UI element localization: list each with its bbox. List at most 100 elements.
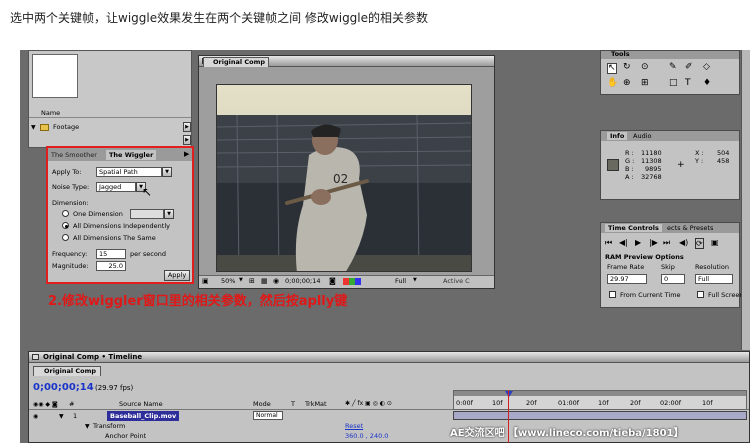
from-current-checkbox[interactable] (609, 291, 616, 298)
layer-switches-icon[interactable]: ◉◉ ◆ ◙ (33, 400, 58, 409)
column-trkmat[interactable]: TrkMat (305, 400, 327, 408)
project-panel: Name ▼ Footage ▶ ▶ (28, 50, 192, 148)
frequency-input[interactable]: 15 (96, 249, 126, 259)
chevron-down-icon[interactable]: ▼ (239, 276, 243, 285)
reset-link[interactable]: Reset (345, 422, 363, 430)
disclosure-triangle-icon[interactable]: ▼ (59, 412, 64, 421)
tab-audio[interactable]: Audio (633, 132, 651, 140)
next-frame-icon[interactable]: |▶ (649, 238, 658, 247)
brush-tool-icon[interactable]: ✐ (685, 63, 693, 72)
channel-icon[interactable] (343, 278, 361, 285)
tools-panel: Tools ↖ ↻ ⊙ ✎ ✐ ◇ ✋ ⊕ ⊞ □ T ♦ (600, 50, 740, 95)
zoom-tool-icon[interactable]: ⊕ (623, 79, 631, 88)
frame-rate-select[interactable]: 29.97 (607, 274, 647, 284)
prev-frame-icon[interactable]: ◀| (619, 238, 628, 247)
time-ruler[interactable]: 0:00f 10f 20f 01:00f 10f 20f 02:00f 10f (453, 390, 747, 410)
watermark-text: AE交流区吧 【www.lineco.com/tieba/1801】 (450, 428, 684, 439)
r-value: 11180 (641, 149, 662, 157)
magnitude-input[interactable]: 25.0 (96, 261, 126, 271)
column-hash: # (69, 400, 75, 408)
snapshot-icon[interactable]: ◙ (329, 277, 336, 286)
timeline-tab[interactable]: Original Comp (33, 366, 102, 376)
radio-all-dimensions-same[interactable] (62, 234, 69, 241)
apply-button[interactable]: Apply (164, 270, 190, 281)
resolution-select[interactable]: Full (695, 274, 733, 284)
zoom-select[interactable]: 50% (221, 277, 235, 285)
camera-icon[interactable]: ◉ (273, 277, 279, 286)
name-column-header[interactable]: Name (41, 109, 60, 117)
switches-icons[interactable]: ✱ ╱ fx ▣ ◎ ◐ ⊙ (345, 399, 392, 408)
text-tool-icon[interactable]: T (685, 79, 691, 88)
hand-tool-icon[interactable]: ✋ (607, 79, 618, 88)
active-camera-select[interactable]: Active C (443, 277, 470, 285)
column-t[interactable]: T (291, 400, 295, 408)
comp-timecode[interactable]: 0;00;00;14 (285, 277, 321, 285)
chevron-down-icon[interactable]: ▼ (413, 276, 417, 285)
noise-type-select[interactable]: Jagged (96, 182, 136, 192)
noise-type-label: Noise Type: (52, 183, 90, 191)
video-frame: 02 (216, 84, 472, 272)
always-preview-icon[interactable]: ▣ (202, 277, 209, 286)
scroll-arrow-icon[interactable]: ▶ (183, 122, 191, 132)
column-mode[interactable]: Mode (253, 400, 271, 408)
comp-tab[interactable]: Original Comp (203, 57, 270, 67)
tab-time-controls[interactable]: Time Controls (605, 224, 662, 232)
apply-to-label: Apply To: (52, 168, 82, 176)
pan-behind-icon[interactable]: ⊞ (641, 79, 649, 88)
safe-zones-icon[interactable]: ⊞ (249, 277, 255, 286)
grid-icon[interactable]: ▦ (261, 277, 268, 286)
dimension-axis-select[interactable] (130, 209, 164, 219)
tab-the-wiggler[interactable]: The Wiggler (106, 150, 157, 160)
wiggler-panel: The Smoother The Wiggler ▶ Apply To: Spa… (46, 146, 194, 284)
color-swatch (607, 159, 619, 171)
layer-name[interactable]: Baseball_Clip.mov (107, 411, 180, 421)
ruler-tick: 01:00f (558, 399, 580, 407)
layer-duration-bar[interactable] (453, 411, 747, 420)
layer-visibility-icon[interactable]: ◉ (33, 412, 38, 421)
eraser-tool-icon[interactable]: ◇ (703, 63, 710, 72)
panel-menu-icon[interactable]: ▶ (184, 150, 189, 159)
ram-preview-icon[interactable]: ▣ (711, 238, 719, 247)
first-frame-icon[interactable]: ⏮ (605, 238, 612, 247)
tab-effects-presets[interactable]: ects & Presets (667, 224, 713, 232)
skip-input[interactable]: 0 (661, 274, 685, 284)
last-frame-icon[interactable]: ⏭ (663, 238, 670, 247)
current-time-indicator[interactable] (505, 391, 513, 397)
timeline-timecode[interactable]: 0;00;00;14 (33, 382, 94, 393)
comp-title: Original Comp (213, 58, 266, 66)
scroll-arrow-icon[interactable]: ▶ (183, 135, 191, 145)
footage-folder[interactable]: Footage (53, 123, 79, 131)
orbit-camera-icon[interactable]: ⊙ (641, 63, 649, 72)
loop-icon[interactable]: ⟳ (695, 238, 704, 249)
tab-the-smoother[interactable]: The Smoother (51, 151, 97, 159)
transform-group[interactable]: Transform (93, 422, 125, 430)
radio-all-dimensions-independently[interactable] (62, 222, 69, 229)
chevron-down-icon[interactable]: ▼ (164, 209, 174, 219)
play-icon[interactable]: ▶ (635, 238, 641, 247)
disclosure-triangle-icon[interactable]: ▼ (85, 422, 90, 431)
anchor-point-property[interactable]: Anchor Point (105, 432, 146, 440)
full-screen-checkbox[interactable] (697, 291, 704, 298)
all-independent-label: All Dimensions Independently (73, 222, 170, 230)
radio-one-dimension[interactable] (62, 210, 69, 217)
resolution-select[interactable]: Full (395, 277, 406, 285)
x-value: 504 (717, 149, 730, 157)
ruler-tick: 20f (630, 399, 641, 407)
anchor-point-value[interactable]: 360.0 , 240.0 (345, 432, 388, 440)
column-source-name[interactable]: Source Name (119, 400, 163, 408)
pen-tool-icon[interactable]: ✎ (669, 63, 677, 72)
disclosure-triangle-icon[interactable]: ▼ (31, 123, 36, 132)
tab-info[interactable]: Info (607, 132, 628, 140)
work-area-bar[interactable] (454, 391, 746, 396)
rectangle-tool-icon[interactable]: □ (669, 79, 678, 88)
audio-icon[interactable]: ◀) (679, 238, 688, 247)
timeline-tab-label: Original Comp (44, 367, 97, 375)
pen-alt-tool-icon[interactable]: ♦ (703, 79, 711, 88)
apply-to-select[interactable]: Spatial Path (96, 167, 162, 177)
ram-preview-label: RAM Preview Options (605, 253, 684, 261)
selection-tool-icon[interactable]: ↖ (607, 63, 617, 74)
chevron-down-icon[interactable]: ▼ (162, 167, 172, 177)
layer-mode-select[interactable]: Normal (253, 411, 283, 420)
a-label: A : (625, 173, 634, 181)
rotation-tool-icon[interactable]: ↻ (623, 63, 631, 72)
